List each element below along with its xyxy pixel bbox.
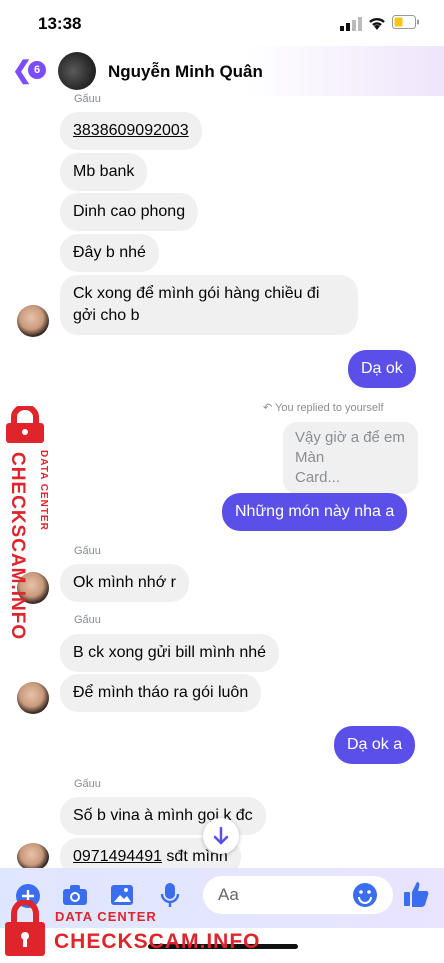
reply-note: You replied to yourself bbox=[275, 402, 384, 414]
signal-icon bbox=[340, 17, 362, 36]
arrow-down-icon bbox=[213, 826, 229, 845]
message-bubble[interactable]: 3838609092003 bbox=[60, 112, 202, 150]
watermark-lock-icon bbox=[2, 899, 48, 963]
message-line: Ck xong để mình gói hàng chiều đi bbox=[73, 285, 320, 302]
sender-name: Gấuu bbox=[74, 93, 101, 105]
sender-avatar[interactable] bbox=[17, 305, 49, 337]
outgoing-message[interactable]: Dạ ok bbox=[348, 350, 416, 388]
message-bubble[interactable]: Ok mình nhớ r bbox=[60, 564, 189, 602]
message-bubble[interactable]: Ck xong để mình gói hàng chiều đi gởi ch… bbox=[60, 275, 358, 335]
emoji-icon[interactable] bbox=[353, 883, 377, 912]
microphone-icon[interactable] bbox=[160, 882, 180, 913]
contact-name[interactable]: Nguyễn Minh Quân bbox=[108, 62, 263, 82]
sender-avatar[interactable] bbox=[17, 682, 49, 714]
sender-name: Gấuu bbox=[74, 778, 101, 790]
watermark-bottom-site: CHECKSCAM.INFO bbox=[54, 930, 261, 953]
sender-name: Gấuu bbox=[74, 545, 101, 557]
reply-preview[interactable]: Vậy giờ a để em Màn Card... bbox=[283, 422, 418, 494]
wifi-icon bbox=[367, 15, 387, 36]
reply-arrow-icon: ↶ bbox=[263, 402, 276, 414]
message-bubble[interactable]: Mb bank bbox=[60, 153, 148, 191]
message-bubble[interactable]: Đây b nhé bbox=[60, 234, 159, 272]
unread-count-badge[interactable]: 6 bbox=[28, 61, 46, 79]
message-bubble[interactable]: B ck xong gửi bill mình nhé bbox=[60, 634, 280, 672]
watermark-side-site: CHECKSCAM.INFO bbox=[7, 452, 28, 641]
gallery-icon[interactable] bbox=[110, 884, 134, 911]
sender-name: Gấuu bbox=[74, 614, 101, 626]
scroll-to-bottom-button[interactable] bbox=[203, 818, 239, 854]
outgoing-message[interactable]: Dạ ok a bbox=[334, 726, 416, 764]
message-bubble[interactable]: Dinh cao phong bbox=[60, 193, 199, 231]
reply-preview-line: Card... bbox=[295, 469, 341, 486]
watermark-lock-icon bbox=[2, 404, 48, 449]
battery-icon bbox=[392, 15, 420, 34]
message-line: gởi cho b bbox=[73, 307, 140, 324]
message-bubble[interactable]: Để mình tháo ra gói luôn bbox=[60, 674, 262, 712]
status-time: 13:38 bbox=[38, 14, 82, 33]
like-thumb-icon[interactable] bbox=[403, 880, 429, 913]
message-input-placeholder: Aa bbox=[218, 885, 239, 904]
watermark-side-label: DATA CENTER bbox=[38, 450, 49, 531]
reply-preview-line: Vậy giờ a để em bbox=[295, 429, 405, 446]
contact-avatar[interactable] bbox=[58, 52, 96, 90]
sender-avatar[interactable] bbox=[17, 843, 49, 871]
outgoing-message[interactable]: Những món này nha a bbox=[222, 493, 408, 531]
watermark-bottom-label: DATA CENTER bbox=[55, 909, 157, 924]
reply-preview-line: Màn bbox=[295, 449, 325, 466]
reply-indicator: ↶ You replied to yourself bbox=[263, 401, 384, 414]
phone-number-link[interactable]: 0971494491 bbox=[73, 848, 162, 865]
camera-icon[interactable] bbox=[62, 884, 88, 911]
